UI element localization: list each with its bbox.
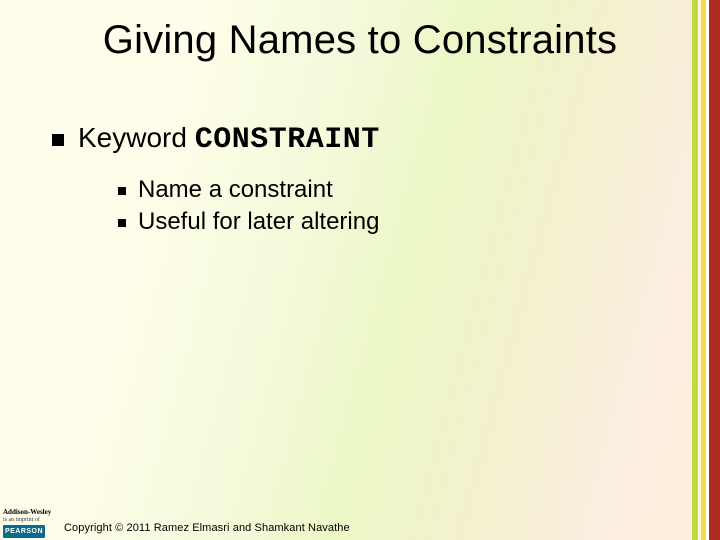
slide: Giving Names to Constraints Keyword CONS… [0, 0, 720, 540]
square-bullet-icon [52, 134, 64, 146]
imprint-line1: Addison-Wesley [3, 509, 57, 516]
pearson-brand: PEARSON [3, 525, 45, 538]
copyright-text: Copyright © 2011 Ramez Elmasri and Shamk… [64, 522, 350, 534]
footer: Addison-Wesley is an imprint of PEARSON … [0, 500, 720, 540]
square-bullet-icon [118, 187, 126, 195]
bullet-level1: Keyword CONSTRAINT [52, 120, 380, 160]
bullet-level2-text: Useful for later altering [138, 208, 379, 235]
keyword-code: CONSTRAINT [195, 123, 380, 157]
imprint-line2: is an imprint of [3, 517, 57, 523]
slide-title: Giving Names to Constraints [0, 18, 720, 63]
decorative-stripes [692, 0, 720, 540]
bullet-level2: Useful for later altering [118, 206, 379, 237]
publisher-logo: Addison-Wesley is an imprint of PEARSON [3, 509, 57, 538]
bullet-level2-text: Name a constraint [138, 176, 333, 203]
square-bullet-icon [118, 219, 126, 227]
bullet-level2: Name a constraint [118, 174, 333, 205]
bullet-level1-prefix: Keyword [78, 122, 195, 153]
